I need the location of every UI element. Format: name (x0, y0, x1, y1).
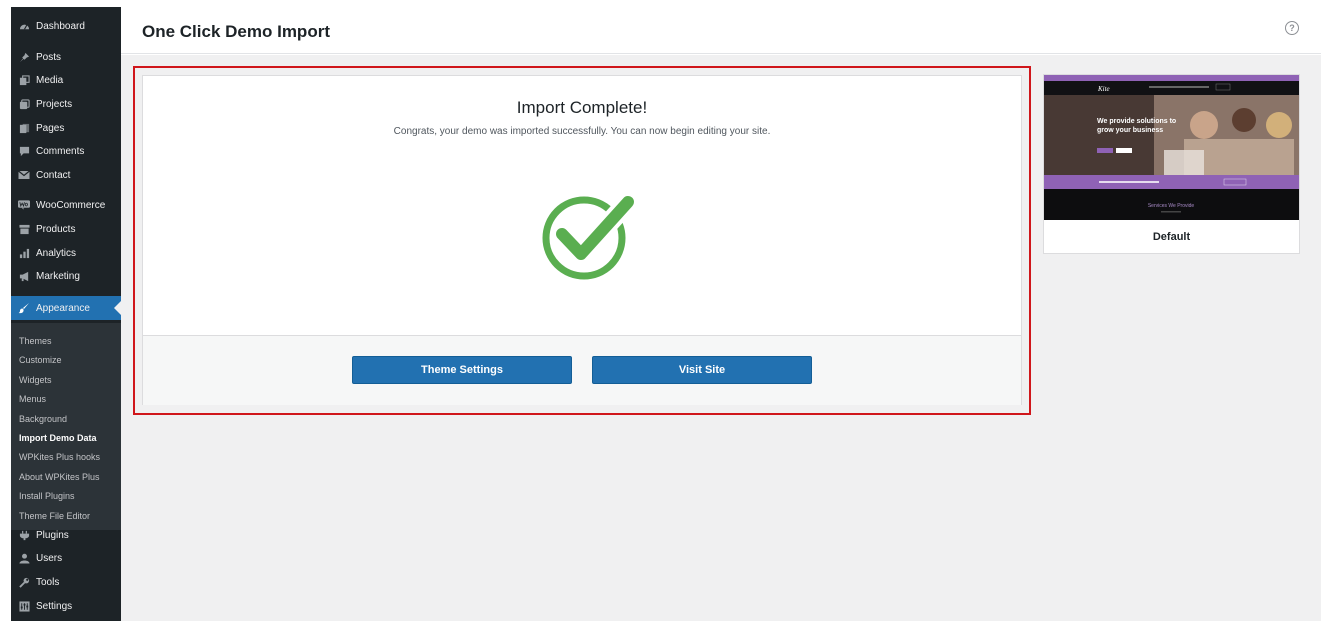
sidebar-item-users[interactable]: Users (11, 547, 121, 569)
sidebar-item-label: Analytics (36, 247, 77, 259)
wrench-icon (18, 576, 30, 588)
demo-hero-line1: We provide solutions to (1097, 118, 1176, 125)
pin-icon (18, 51, 30, 63)
help-icon[interactable]: ? (1285, 21, 1299, 35)
chart-bar-icon (18, 247, 30, 259)
sidebar-item-label: Pages (36, 122, 65, 134)
sidebar-item-label: Projects (36, 98, 73, 110)
sidebar-item-label: WooCommerce (36, 199, 106, 211)
sidebar-item-analytics[interactable]: Analytics (11, 242, 121, 264)
submenu-item-theme-file-editor[interactable]: Theme File Editor (19, 511, 90, 521)
sidebar-item-tools[interactable]: Tools (11, 571, 121, 593)
submenu-item-menus[interactable]: Menus (19, 394, 46, 404)
import-complete-message: Congrats, your demo was imported success… (393, 126, 771, 137)
megaphone-icon (18, 270, 30, 282)
sidebar-item-label: Contact (36, 169, 71, 181)
sidebar-item-label: Appearance (36, 302, 90, 314)
demo-card[interactable]: Kite We provide solutions to grow your b… (1043, 74, 1300, 254)
projects-icon (18, 98, 30, 110)
woocommerce-icon (18, 199, 30, 211)
appearance-submenu: Themes Customize Widgets Menus Backgroun… (11, 323, 121, 530)
sidebar-item-marketing[interactable]: Marketing (11, 265, 121, 287)
submenu-item-wpkites-plus-hooks[interactable]: WPKites Plus hooks (19, 452, 100, 462)
sidebar-item-contact[interactable]: Contact (11, 164, 121, 186)
sidebar-item-label: Tools (36, 576, 60, 588)
sidebar-item-label: Users (36, 552, 63, 564)
dashboard-icon (18, 20, 30, 32)
mail-icon (18, 169, 30, 181)
sidebar-item-label: Dashboard (36, 20, 85, 32)
sidebar-item-label: Plugins (36, 529, 69, 541)
sidebar-item-media[interactable]: Media (11, 69, 121, 91)
highlight-frame: Import Complete! Congrats, your demo was… (133, 66, 1031, 415)
submenu-item-about-wpkites-plus[interactable]: About WPKites Plus (19, 472, 100, 482)
comment-icon (18, 145, 30, 157)
archive-icon (18, 223, 30, 235)
visit-site-button[interactable]: Visit Site (592, 356, 812, 384)
success-check-icon (542, 192, 638, 280)
sidebar-item-label: Products (36, 223, 76, 235)
submenu-item-background[interactable]: Background (19, 414, 67, 424)
import-complete-title: Import Complete! (516, 98, 648, 117)
sidebar-item-pages[interactable]: Pages (11, 117, 121, 139)
submenu-item-widgets[interactable]: Widgets (19, 375, 52, 385)
theme-settings-button[interactable]: Theme Settings (352, 356, 572, 384)
plug-icon (18, 529, 30, 541)
sidebar-item-label: Posts (36, 51, 62, 63)
sidebar-item-dashboard[interactable]: Dashboard (11, 15, 121, 37)
brush-icon (18, 302, 30, 314)
submenu-item-themes[interactable]: Themes (19, 336, 52, 346)
admin-sidebar: Dashboard Posts Media Projects Pages Com… (11, 7, 121, 621)
sidebar-item-projects[interactable]: Projects (11, 93, 121, 115)
settings-icon (18, 600, 30, 612)
user-icon (18, 552, 30, 564)
sidebar-item-label: Comments (36, 145, 85, 157)
sidebar-item-settings[interactable]: Settings (11, 595, 121, 617)
media-icon (18, 74, 30, 86)
sidebar-item-products[interactable]: Products (11, 218, 121, 240)
demo-label: Default (1152, 231, 1191, 243)
pages-icon (18, 122, 30, 134)
panel-footer: Theme Settings Visit Site (143, 335, 1021, 405)
sidebar-item-label: Marketing (36, 270, 80, 282)
submenu-item-install-plugins[interactable]: Install Plugins (19, 491, 75, 501)
page-title: One Click Demo Import (142, 22, 330, 41)
page-header: One Click Demo Import ? (121, 7, 1321, 54)
sidebar-item-comments[interactable]: Comments (11, 140, 121, 162)
submenu-item-import-demo-data[interactable]: Import Demo Data (19, 433, 97, 443)
demo-preview-thumbnail: Kite We provide solutions to grow your b… (1044, 75, 1299, 220)
submenu-item-customize[interactable]: Customize (19, 355, 62, 365)
main-content: Import Complete! Congrats, your demo was… (121, 55, 1321, 621)
demo-services-heading: Services We Provide (1148, 203, 1195, 209)
demo-hero-line2: grow your business (1097, 127, 1163, 134)
sidebar-item-plugins[interactable]: Plugins (11, 524, 121, 546)
sidebar-item-label: Settings (36, 600, 73, 612)
sidebar-item-appearance[interactable]: Appearance (11, 296, 121, 320)
svg-text:Kite: Kite (1097, 85, 1110, 93)
sidebar-item-woocommerce[interactable]: WooCommerce (11, 194, 121, 216)
import-complete-panel: Import Complete! Congrats, your demo was… (142, 75, 1022, 405)
sidebar-item-label: Media (36, 74, 64, 86)
sidebar-item-posts[interactable]: Posts (11, 46, 121, 68)
